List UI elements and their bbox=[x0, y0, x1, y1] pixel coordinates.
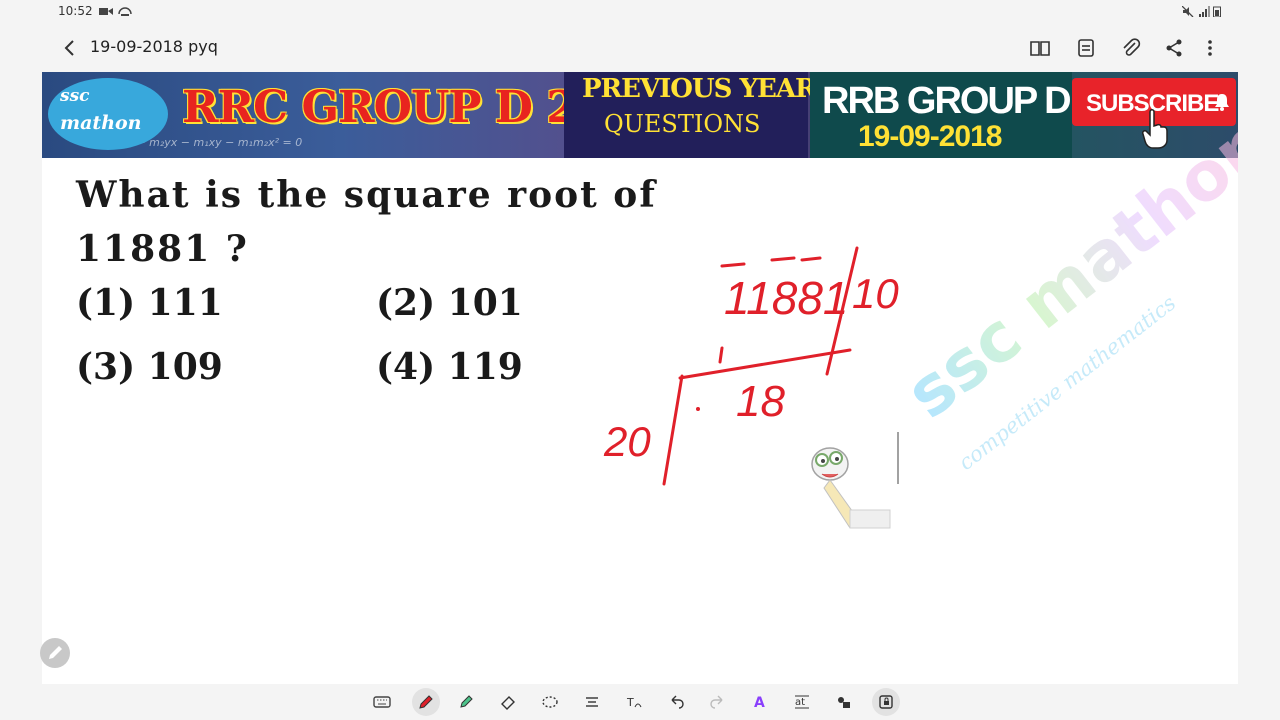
handwritten-quotient: 18 bbox=[736, 377, 785, 426]
rrb-date-text: 19-09-2018 bbox=[858, 120, 1002, 153]
pen-fab-icon bbox=[49, 646, 62, 659]
svg-text:T: T bbox=[626, 696, 634, 709]
keyboard-tool[interactable] bbox=[368, 688, 396, 716]
ink-dot bbox=[696, 407, 700, 411]
text-recognize-tool[interactable]: at bbox=[788, 688, 816, 716]
share-icon[interactable] bbox=[1162, 36, 1186, 60]
handwriting-to-text-icon: T bbox=[626, 696, 642, 709]
highlighter-icon bbox=[460, 695, 473, 708]
shapes-tool[interactable] bbox=[830, 688, 858, 716]
handwritten-number: 11881 bbox=[724, 272, 849, 324]
undo-button[interactable] bbox=[662, 688, 690, 716]
pointer-hand-icon bbox=[1142, 109, 1168, 149]
signal-icon bbox=[1199, 6, 1210, 17]
handwriting-to-text-tool[interactable]: T bbox=[620, 688, 648, 716]
division-line bbox=[825, 246, 859, 376]
pen-tool[interactable] bbox=[412, 688, 440, 716]
bar-mark bbox=[800, 256, 822, 262]
option-3: (3) 109 bbox=[76, 346, 223, 388]
redo-icon bbox=[710, 695, 723, 709]
text-style-tool[interactable]: A bbox=[746, 688, 774, 716]
status-bar: 10:52 bbox=[0, 0, 1280, 24]
read-only-toggle[interactable] bbox=[872, 688, 900, 716]
undo-icon bbox=[671, 695, 684, 709]
video-call-icon bbox=[99, 8, 113, 15]
pen-icon bbox=[419, 695, 433, 709]
question-line-2: 11881 ? bbox=[76, 228, 249, 270]
question-text: What is the square root of 11881 ? bbox=[76, 168, 657, 276]
eraser-tool[interactable] bbox=[494, 688, 522, 716]
lasso-tool[interactable] bbox=[536, 688, 564, 716]
keyboard-icon bbox=[373, 696, 391, 708]
redo-button[interactable] bbox=[704, 688, 732, 716]
bar-mark bbox=[770, 256, 796, 262]
logo-text-line2: mathon bbox=[60, 112, 142, 134]
rrb-group-text: RRB GROUP D bbox=[822, 80, 1072, 122]
back-icon[interactable] bbox=[58, 36, 82, 60]
drawing-toolbar: T A at bbox=[42, 684, 1238, 720]
mute-icon bbox=[1182, 6, 1194, 17]
left-margin bbox=[0, 0, 42, 720]
text-style-icon: A bbox=[754, 695, 765, 711]
read-only-icon bbox=[879, 695, 893, 709]
eraser-icon bbox=[501, 696, 515, 710]
svg-text:at: at bbox=[795, 697, 805, 708]
questions-text: QUESTIONS bbox=[604, 110, 761, 138]
text-align-tool[interactable] bbox=[578, 688, 606, 716]
question-line-1: What is the square root of bbox=[76, 174, 657, 216]
more-options-icon[interactable] bbox=[1198, 36, 1222, 60]
text-align-icon bbox=[586, 697, 598, 707]
channel-banner: y² − m₂yx − m₁xy − m₁m₂x² = 0 ssc mathon… bbox=[42, 72, 1238, 158]
svg-text:A: A bbox=[754, 695, 765, 711]
page-list-icon[interactable] bbox=[1074, 36, 1098, 60]
note-page[interactable]: y² − m₂yx − m₁xy − m₁m₂x² = 0 ssc mathon… bbox=[42, 72, 1238, 684]
logo-text-line1: ssc bbox=[60, 86, 90, 106]
division-bar bbox=[678, 348, 852, 380]
stroke-one bbox=[718, 346, 724, 364]
battery-icon bbox=[1213, 6, 1221, 17]
mascot-icon bbox=[811, 432, 899, 529]
previous-year-text: PREVIOUS YEAR bbox=[582, 74, 817, 104]
attach-icon[interactable] bbox=[1119, 36, 1143, 60]
document-title: 19-09-2018 pyq bbox=[90, 37, 218, 56]
highlighter-tool[interactable] bbox=[452, 688, 480, 716]
app-bar: 19-09-2018 pyq bbox=[42, 24, 1238, 72]
shapes-icon bbox=[838, 697, 850, 708]
option-2: (2) 101 bbox=[376, 282, 523, 324]
cast-icon bbox=[118, 7, 132, 16]
floating-pen-button[interactable] bbox=[40, 638, 70, 668]
right-margin bbox=[1238, 0, 1280, 720]
bar-mark bbox=[720, 262, 746, 268]
text-recognize-icon: at bbox=[795, 695, 809, 709]
handwritten-divisor: 10 bbox=[852, 270, 899, 317]
book-view-icon[interactable] bbox=[1028, 36, 1052, 60]
handwritten-left-number: 20 bbox=[603, 418, 651, 465]
option-1: (1) 111 bbox=[76, 282, 223, 324]
lasso-icon bbox=[542, 696, 558, 708]
option-4: (4) 119 bbox=[376, 346, 523, 388]
status-time: 10:52 bbox=[58, 4, 93, 18]
divisor-bracket bbox=[662, 374, 684, 486]
